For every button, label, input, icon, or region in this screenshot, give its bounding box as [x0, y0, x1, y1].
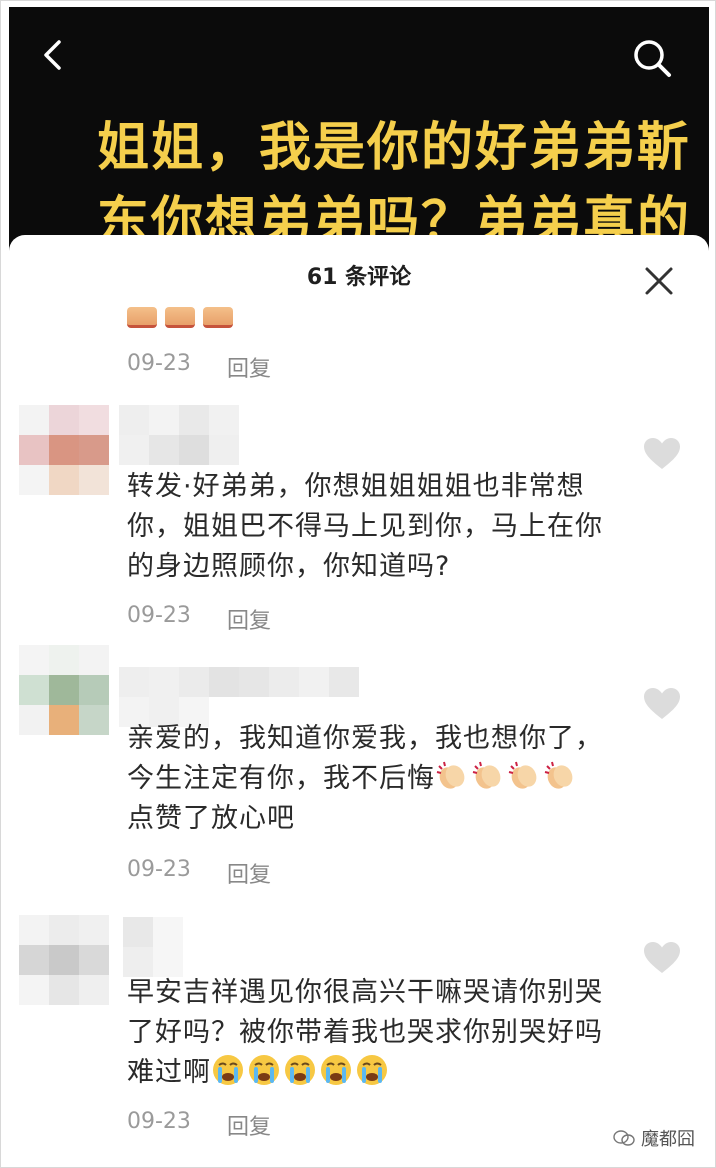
search-icon[interactable] [631, 37, 673, 79]
hand-emoji [127, 307, 157, 328]
comments-count-title: 61 条评论 [306, 265, 412, 290]
comment-line-text: 难过啊 [127, 1057, 211, 1088]
clapping-hands-emoji [472, 761, 501, 789]
comment-meta: 09-23 回复 [127, 351, 271, 383]
clapping-hands-emoji [508, 761, 537, 789]
username-blurred[interactable] [123, 917, 183, 947]
username-blurred[interactable] [119, 667, 359, 697]
comment-line-text: 今生注定有你，我不后悔 [127, 763, 435, 794]
username-blurred-2 [119, 435, 239, 465]
heart-icon[interactable] [643, 687, 681, 721]
comment-meta: 09-23 回复 [127, 857, 271, 889]
avatar[interactable] [19, 645, 109, 735]
reply-button[interactable]: 回复 [227, 351, 271, 383]
comment-line: 你，姐姐巴不得马上见到你，马上在你 [127, 511, 603, 542]
comment-date: 09-23 [127, 857, 191, 882]
reply-button[interactable]: 回复 [227, 1109, 271, 1141]
comment-meta: 09-23 回复 [127, 1109, 271, 1141]
comment-line: 早安吉祥遇见你很高兴干嘛哭请你别哭 [127, 977, 603, 1008]
comment-date: 09-23 [127, 603, 191, 628]
heart-icon[interactable] [643, 941, 681, 975]
comment-text: 早安吉祥遇见你很高兴干嘛哭请你别哭 了好吗？被你带着我也哭求你别哭好吗 难过啊 [127, 973, 667, 1093]
comment-text: 亲爱的，我知道你爱我，我也想你了， 今生注定有你，我不后悔 点赞了放心吧 [127, 719, 667, 839]
watermark: 魔都囧 [613, 1125, 695, 1151]
comment-line: 了好吗？被你带着我也哭求你别哭好吗 [127, 1017, 603, 1048]
back-arrow-icon[interactable] [39, 39, 71, 71]
close-icon[interactable] [643, 265, 675, 297]
hand-emoji [203, 307, 233, 328]
wechat-icon [613, 1130, 635, 1146]
comments-sheet: 61 条评论 09-23 回复 转发·好弟弟，你想姐姐姐姐也非常想 你，姐姐巴不… [9, 235, 709, 1165]
comment-date: 09-23 [127, 351, 191, 376]
comment-text: 转发·好弟弟，你想姐姐姐姐也非常想 你，姐姐巴不得马上见到你，马上在你 的身边照… [127, 467, 627, 587]
crying-face-emoji [213, 1055, 243, 1085]
comment-line: 难过啊 [127, 1053, 667, 1093]
reply-button[interactable]: 回复 [227, 857, 271, 889]
hand-emoji [165, 307, 195, 328]
comment-date: 09-23 [127, 1109, 191, 1134]
reply-button[interactable]: 回复 [227, 603, 271, 635]
avatar[interactable] [19, 405, 109, 495]
clapping-hands-emoji [544, 761, 573, 789]
crying-face-emoji [285, 1055, 315, 1085]
comment-meta: 09-23 回复 [127, 603, 271, 635]
video-caption-line-1: 姐姐，我是你的好弟弟靳 [97, 118, 692, 178]
comment-line: 转发·好弟弟，你想姐姐姐姐也非常想 [127, 471, 585, 502]
comment-line: 点赞了放心吧 [127, 803, 295, 834]
crying-face-emoji [249, 1055, 279, 1085]
comment-line: 今生注定有你，我不后悔 [127, 759, 667, 799]
emoji-row [127, 307, 233, 328]
crying-face-emoji [357, 1055, 387, 1085]
crying-face-emoji [321, 1055, 351, 1085]
comment-line: 亲爱的，我知道你爱我，我也想你了， [127, 723, 603, 754]
screenshot-frame: 姐姐，我是你的好弟弟靳 东你想弟弟吗？弟弟真的 61 条评论 09-23 回复 [0, 0, 716, 1168]
comment-line: 的身边照顾你，你知道吗? [127, 551, 451, 582]
avatar[interactable] [19, 915, 109, 1005]
clapping-hands-emoji [436, 761, 465, 789]
heart-icon[interactable] [643, 437, 681, 471]
username-blurred[interactable] [119, 405, 239, 435]
watermark-text: 魔都囧 [641, 1129, 695, 1150]
